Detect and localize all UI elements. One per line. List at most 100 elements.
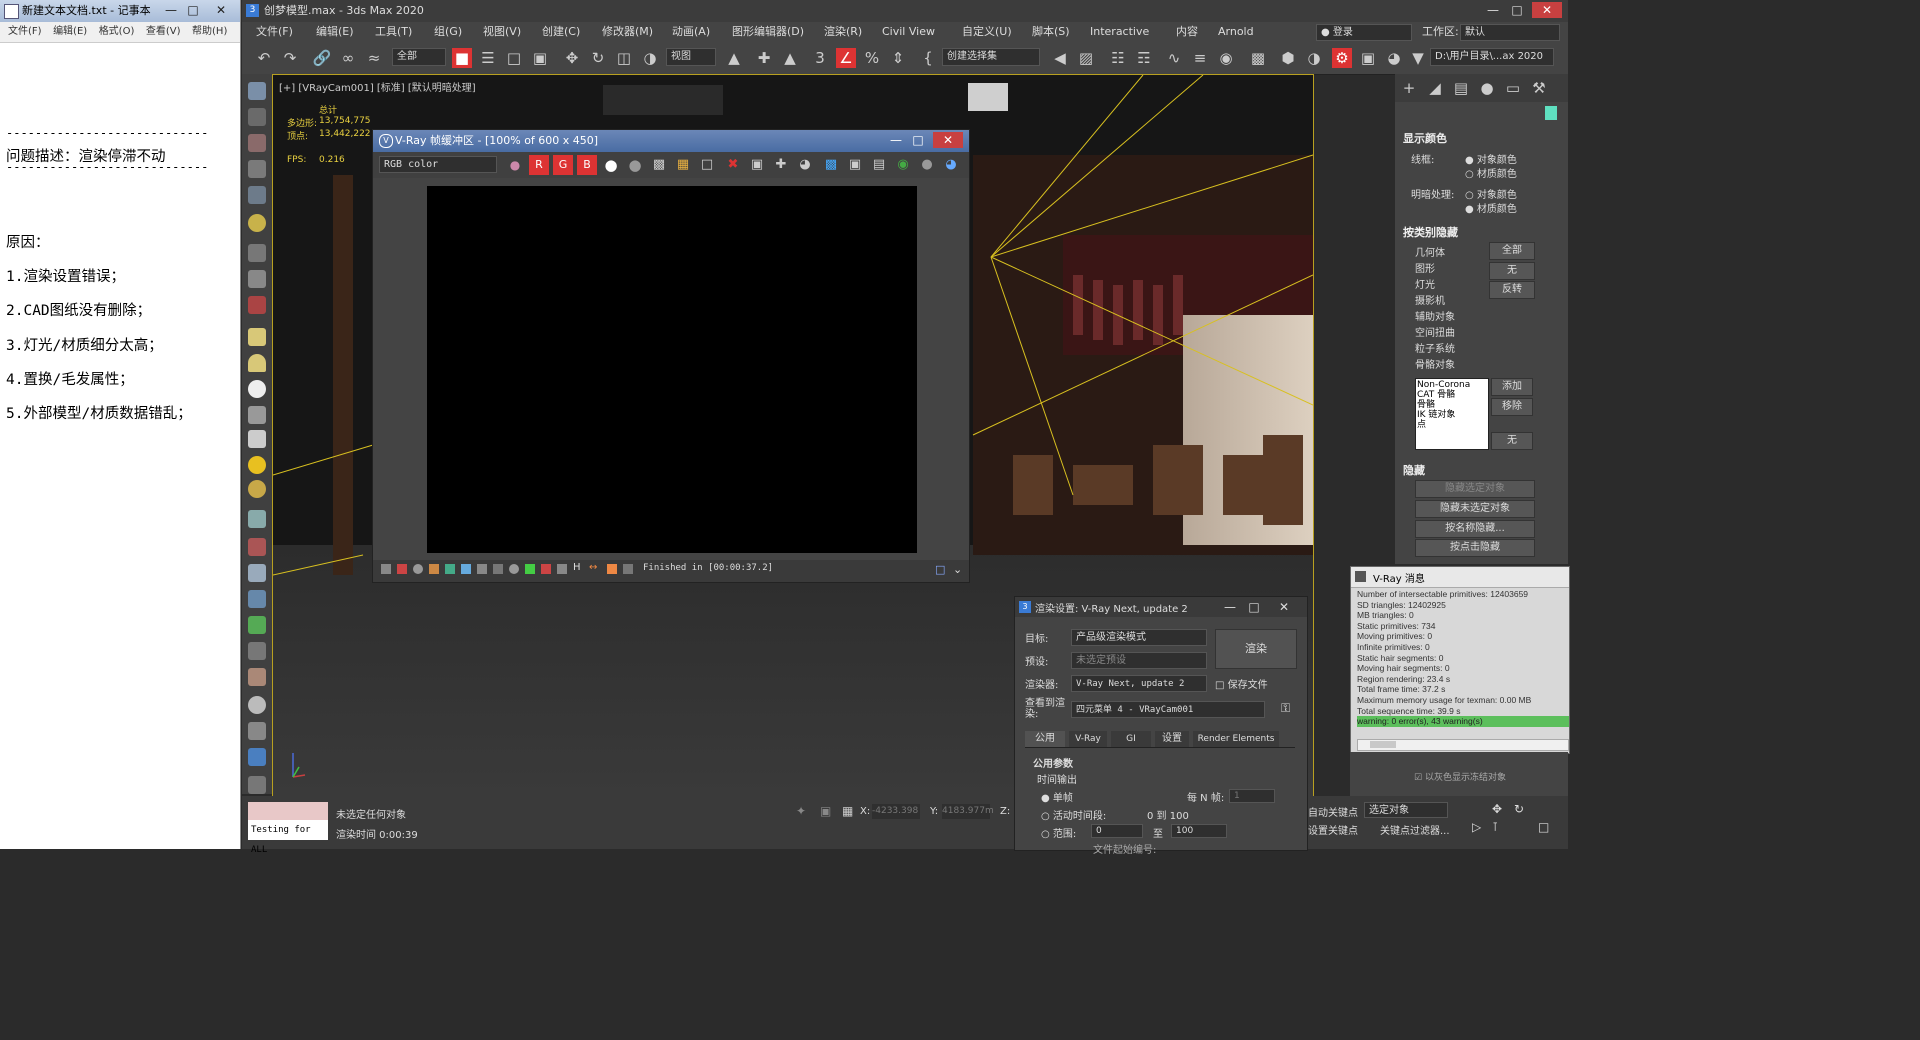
red-channel-button[interactable]: R	[529, 155, 549, 175]
proxy-icon[interactable]	[248, 538, 266, 556]
hierarchy-tab-icon[interactable]: ▤	[1451, 78, 1471, 98]
preset-dropdown[interactable]: 未选定预设	[1071, 652, 1207, 669]
category-bones-checkbox[interactable]: 骨骼对象	[1415, 356, 1455, 371]
link-icon[interactable]: 🔗	[312, 48, 332, 68]
toolbar-icon[interactable]	[445, 564, 455, 574]
save-icon[interactable]: ▩	[649, 155, 669, 175]
category-shapes-checkbox[interactable]: 图形	[1415, 260, 1435, 275]
toolbar-icon[interactable]	[541, 564, 551, 574]
keyboard-shortcut-icon[interactable]: ▲	[780, 48, 800, 68]
render-last-icon[interactable]: ◕	[795, 155, 815, 175]
project-path-dropdown[interactable]: D:\用户目录\...ax 2020	[1430, 48, 1554, 66]
link-vfb-icon[interactable]: ▩	[821, 155, 841, 175]
angle-snap-icon[interactable]: ∠	[836, 48, 856, 68]
play-icon[interactable]: ▷	[1472, 820, 1481, 834]
rendered-frame-icon[interactable]: ⬢	[1278, 48, 1298, 68]
undo-icon[interactable]: ↶	[254, 48, 274, 68]
vray-frame-buffer-icon[interactable]: ▣	[1358, 48, 1378, 68]
channel-dropdown[interactable]: RGB color	[379, 156, 497, 173]
list-item[interactable]: CAT 骨骼	[1417, 390, 1487, 400]
sun-icon[interactable]	[248, 456, 266, 474]
display-frozen-checkbox[interactable]: ☑ 以灰色显示冻结对象	[1414, 770, 1506, 783]
active-segment-radio[interactable]: ○ 活动时间段:	[1041, 807, 1106, 822]
menu-modifiers[interactable]: 修改器(M)	[602, 22, 653, 42]
modify-tab-icon[interactable]: ◢	[1425, 78, 1445, 98]
toolbar-icon[interactable]	[525, 564, 535, 574]
script-output[interactable]: Testing for ALL	[248, 820, 328, 855]
toolbar-icon[interactable]	[557, 564, 567, 574]
redo-icon[interactable]: ↷	[280, 48, 300, 68]
snap-icon[interactable]: 3	[810, 48, 830, 68]
lock-icon[interactable]: ▣	[820, 804, 831, 818]
lock-icon[interactable]: ⚿	[1281, 701, 1290, 716]
all-button[interactable]: 全部	[1489, 242, 1535, 260]
minimize-icon[interactable]: —	[160, 2, 182, 18]
none-button[interactable]: 无	[1489, 262, 1535, 280]
workspace-dropdown[interactable]: 默认	[1460, 24, 1560, 41]
camera-icon[interactable]	[248, 244, 266, 262]
table-icon[interactable]	[248, 186, 266, 204]
list-item[interactable]: Non-Corona	[1417, 380, 1487, 390]
spinner-snap-icon[interactable]: ⇕	[888, 48, 908, 68]
teapot-render-icon[interactable]: ◕	[1384, 48, 1404, 68]
material-editor-icon[interactable]: ◉	[1216, 48, 1236, 68]
dome-light-icon[interactable]	[248, 354, 266, 372]
wireframe-mat-color-radio[interactable]: ○ 材质颜色	[1465, 165, 1517, 180]
utilities-tab-icon[interactable]: ⚒	[1529, 78, 1549, 98]
minimize-icon[interactable]: —	[1482, 2, 1504, 18]
motion-tab-icon[interactable]: ●	[1477, 78, 1497, 98]
color-swatch[interactable]	[1545, 106, 1557, 120]
menu-customize[interactable]: 自定义(U)	[962, 22, 1012, 42]
maximize-viewport-icon[interactable]: □	[1538, 820, 1549, 834]
shaded-mat-color-radio[interactable]: ● 材质颜色	[1465, 200, 1517, 215]
clear-icon[interactable]: □	[697, 155, 717, 175]
plant-icon[interactable]	[248, 616, 266, 634]
ies-light-icon[interactable]	[248, 406, 266, 424]
select-object-icon[interactable]: ■	[452, 48, 472, 68]
toolbar-icon[interactable]	[397, 564, 407, 574]
close-icon[interactable]: ✕	[210, 2, 232, 18]
horizontal-scrollbar[interactable]	[1357, 739, 1569, 751]
render-shortcut-icon[interactable]: ▼	[1408, 48, 1428, 68]
save-file-checkbox[interactable]: □ 保存文件	[1215, 676, 1268, 691]
spot-light-icon[interactable]	[248, 430, 266, 448]
category-lights-checkbox[interactable]: 灯光	[1415, 276, 1435, 291]
toolbar-icon[interactable]	[413, 564, 423, 574]
selected-object-dropdown[interactable]: 选定对象	[1364, 802, 1448, 818]
hide-unselected-button[interactable]: 隐藏未选定对象	[1415, 500, 1535, 518]
ref-coord-dropdown[interactable]: 视图	[666, 48, 716, 66]
pivot-icon[interactable]: ▲	[724, 48, 744, 68]
close-icon[interactable]: ✕	[1273, 599, 1295, 615]
create-teapot-icon[interactable]	[248, 82, 266, 100]
helper-icon[interactable]	[248, 296, 266, 314]
menu-interactive[interactable]: Interactive	[1090, 22, 1149, 42]
shaded-obj-color-radio[interactable]: ○ 对象颜色	[1465, 186, 1517, 201]
tab-vray[interactable]: V-Ray	[1069, 731, 1107, 747]
view-to-render-dropdown[interactable]: 四元菜单 4 - VRayCam001	[1071, 701, 1265, 718]
orbit-icon[interactable]: ↻	[1514, 802, 1524, 816]
toolbar-icon[interactable]	[623, 564, 633, 574]
tab-settings[interactable]: 设置	[1155, 731, 1189, 747]
window-crossing-icon[interactable]: ▣	[530, 48, 550, 68]
menu-view[interactable]: 查看(V)	[146, 22, 181, 42]
list-item[interactable]: IK 链对象	[1417, 410, 1487, 420]
material-ball-icon[interactable]	[248, 696, 266, 714]
blue-channel-button[interactable]: B	[577, 155, 597, 175]
isolate-icon[interactable]: ✦	[796, 804, 806, 818]
menu-animation[interactable]: 动画(A)	[672, 22, 710, 42]
hide-selected-button[interactable]: 隐藏选定对象	[1415, 480, 1535, 498]
bind-spacewarp-icon[interactable]: ≈	[364, 48, 384, 68]
stop-render-icon[interactable]: ✖	[723, 155, 743, 175]
scene-icon[interactable]	[248, 748, 266, 766]
selection-filter-dropdown[interactable]: 全部	[392, 48, 446, 66]
layer-explorer-icon[interactable]: ☷	[1108, 48, 1128, 68]
menu-civil-view[interactable]: Civil View	[882, 22, 935, 42]
move-icon[interactable]: ✥	[562, 48, 582, 68]
expand-icon[interactable]: □	[935, 563, 945, 576]
key-filters-button[interactable]: 关键点过滤器...	[1380, 822, 1450, 837]
menu-rendering[interactable]: 渲染(R)	[824, 22, 862, 42]
wireframe-obj-color-radio[interactable]: ● 对象颜色	[1465, 151, 1517, 166]
grid-icon[interactable]	[248, 160, 266, 178]
menu-scripting[interactable]: 脚本(S)	[1032, 22, 1070, 42]
render-production-icon[interactable]: ◑	[1304, 48, 1324, 68]
